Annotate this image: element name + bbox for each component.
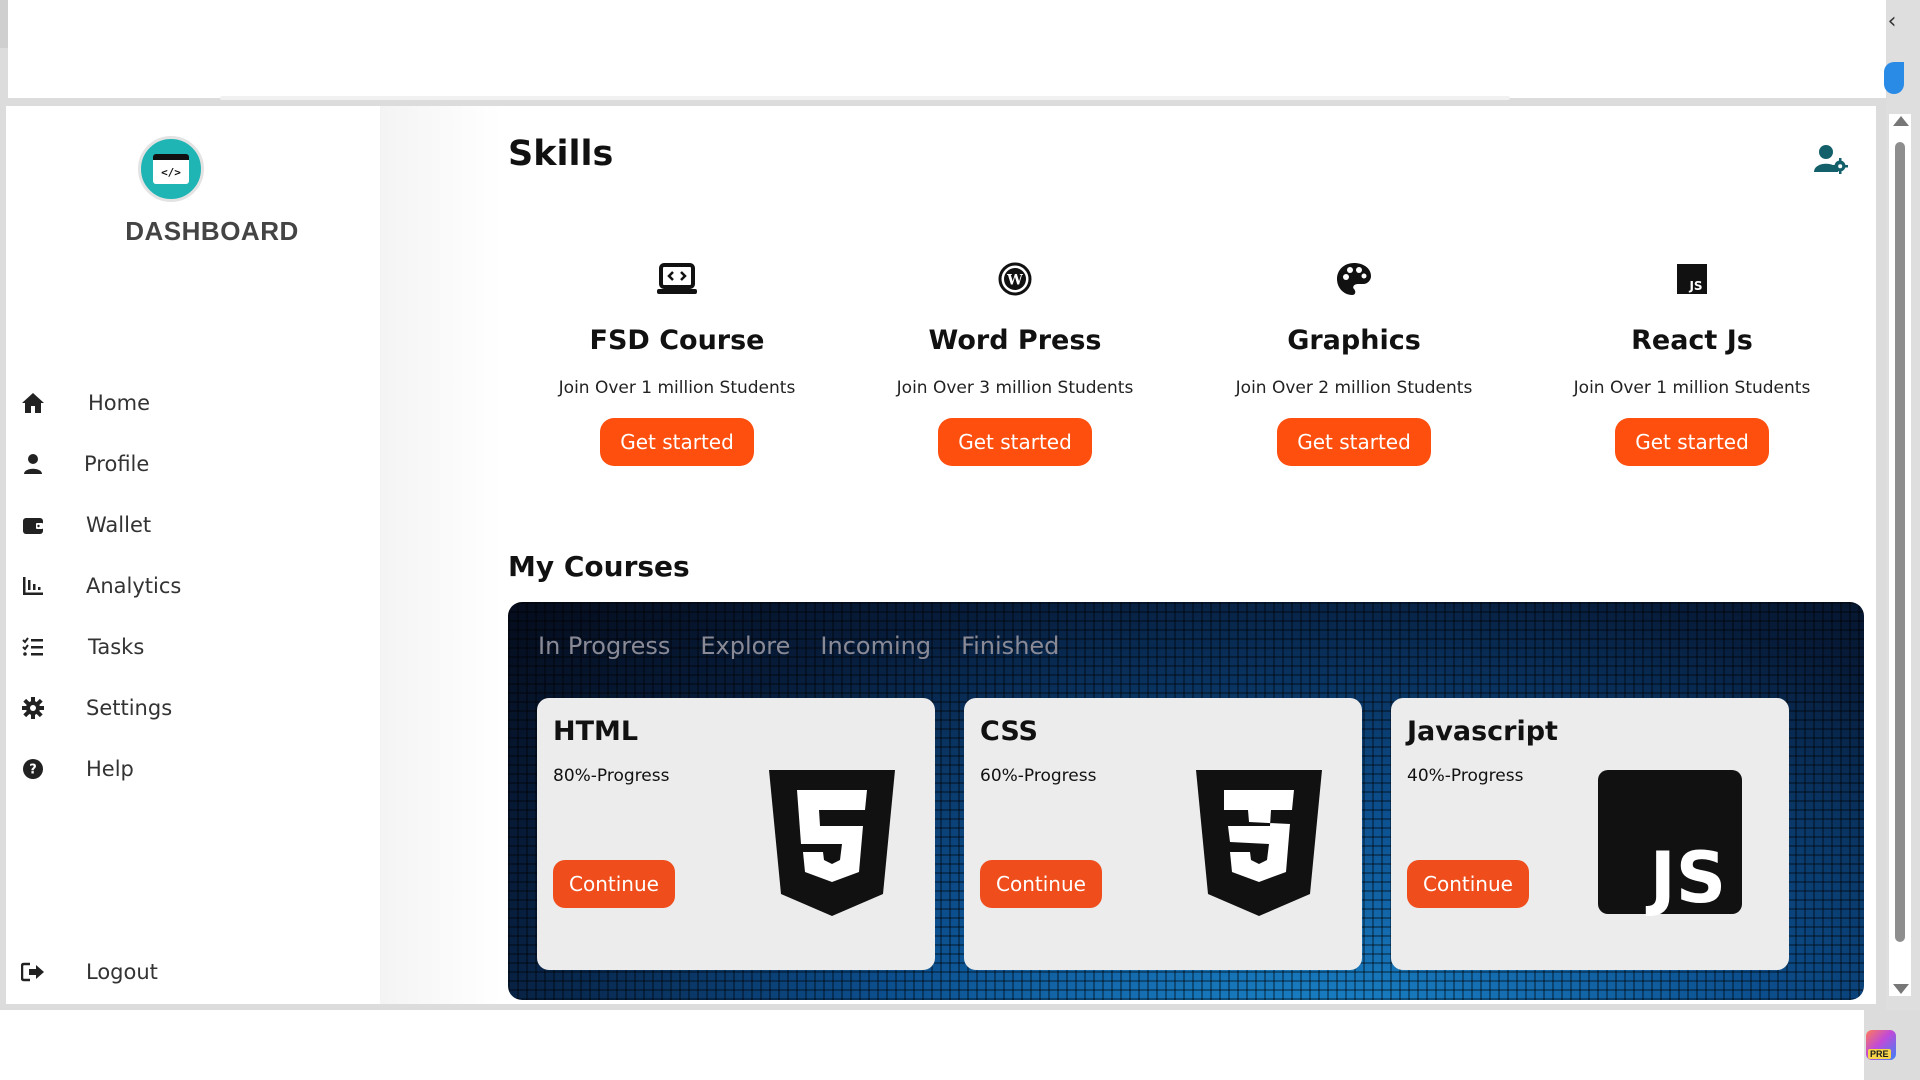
html5-icon <box>769 770 895 916</box>
sidebar-item-help[interactable]: ? Help <box>20 749 360 789</box>
help-icon: ? <box>20 756 46 782</box>
home-icon <box>20 390 46 416</box>
css3-icon <box>1196 770 1322 916</box>
get-started-button[interactable]: Get started <box>1277 418 1431 466</box>
skill-title: Word Press <box>928 325 1102 356</box>
get-started-button[interactable]: Get started <box>1615 418 1769 466</box>
sidebar-item-label: Settings <box>86 696 173 720</box>
svg-text:?: ? <box>29 763 37 778</box>
skill-subtitle: Join Over 2 million Students <box>1235 378 1473 398</box>
sidebar-item-label: Help <box>86 757 134 781</box>
scroll-down-icon[interactable] <box>1893 984 1909 994</box>
course-progress: 60%-Progress <box>980 766 1097 786</box>
skill-subtitle: Join Over 1 million Students <box>558 378 796 398</box>
user-gear-icon[interactable] <box>1814 144 1850 174</box>
sidebar-item-logout[interactable]: Logout <box>20 952 360 992</box>
page-scrollbar[interactable] <box>1889 114 1911 996</box>
continue-button[interactable]: Continue <box>980 860 1102 908</box>
sidebar-item-tasks[interactable]: Tasks <box>20 627 360 667</box>
palette-icon <box>1204 261 1504 297</box>
course-progress: 80%-Progress <box>553 766 670 786</box>
user-icon <box>20 451 46 477</box>
tasks-icon <box>20 634 46 660</box>
javascript-icon: JS <box>1598 770 1742 916</box>
sidebar-item-wallet[interactable]: Wallet <box>20 505 360 545</box>
sidebar-item-settings[interactable]: Settings <box>20 688 360 728</box>
sidebar-item-analytics[interactable]: Analytics <box>20 566 360 606</box>
js-logo-text: JS <box>1646 837 1726 916</box>
collapse-chevron-icon[interactable]: ‹ <box>1880 8 1904 36</box>
skill-title: FSD Course <box>589 325 765 356</box>
preview-app-icon[interactable]: PRE <box>1866 1030 1896 1060</box>
sidebar-item-profile[interactable]: Profile <box>20 444 360 484</box>
course-tabs: In Progress Explore Incoming Finished <box>538 632 1059 660</box>
tab-in-progress[interactable]: In Progress <box>538 632 670 660</box>
page-title: Skills <box>508 134 614 174</box>
tab-explore[interactable]: Explore <box>700 632 790 660</box>
gear-icon <box>20 695 46 721</box>
sidebar-item-label: Wallet <box>86 513 152 537</box>
continue-button[interactable]: Continue <box>553 860 675 908</box>
skill-card-wordpress: W Word Press Join Over 3 million Student… <box>865 261 1165 466</box>
get-started-button[interactable]: Get started <box>938 418 1092 466</box>
course-title: CSS <box>980 716 1038 747</box>
skill-card-graphics: Graphics Join Over 2 million Students Ge… <box>1204 261 1504 466</box>
sidebar-item-label: Analytics <box>86 574 182 598</box>
sidebar-item-label: Profile <box>84 452 150 476</box>
brand-title: DASHBOARD <box>125 216 299 246</box>
svg-text:JS: JS <box>1688 279 1702 293</box>
courses-panel: In Progress Explore Incoming Finished HT… <box>508 602 1864 1000</box>
tab-finished[interactable]: Finished <box>961 632 1059 660</box>
top-divider <box>220 96 1510 100</box>
course-card-html: HTML 80%-Progress Continue <box>537 698 935 970</box>
course-title: Javascript <box>1407 716 1558 747</box>
course-progress: 40%-Progress <box>1407 766 1524 786</box>
js-icon: JS <box>1542 261 1842 297</box>
window-edge <box>0 0 8 48</box>
browser-top-area <box>8 0 1886 98</box>
chart-icon <box>20 573 46 599</box>
scroll-up-icon[interactable] <box>1893 116 1909 126</box>
wordpress-icon: W <box>865 261 1165 297</box>
course-card-javascript: Javascript 40%-Progress Continue JS <box>1391 698 1789 970</box>
taskbar <box>0 1010 1864 1080</box>
logout-icon <box>20 959 46 985</box>
sidebar-item-label: Home <box>88 391 151 415</box>
course-card-css: CSS 60%-Progress Continue <box>964 698 1362 970</box>
skill-card-fsd: FSD Course Join Over 1 million Students … <box>527 261 827 466</box>
copilot-icon[interactable] <box>1884 62 1904 94</box>
skill-subtitle: Join Over 3 million Students <box>896 378 1134 398</box>
get-started-button[interactable]: Get started <box>600 418 754 466</box>
dashboard-app: </> DASHBOARD Home Profile Wallet Analyt… <box>6 106 1876 1004</box>
dashboard-logo[interactable]: </> <box>138 136 204 202</box>
scroll-thumb[interactable] <box>1895 142 1905 942</box>
sidebar-item-home[interactable]: Home <box>20 383 360 423</box>
sidebar-shadow <box>381 106 501 1004</box>
sidebar-item-label: Tasks <box>88 635 145 659</box>
wallet-icon <box>20 512 46 538</box>
my-courses-title: My Courses <box>508 550 690 583</box>
skill-title: React Js <box>1631 325 1753 356</box>
skill-subtitle: Join Over 1 million Students <box>1573 378 1811 398</box>
sidebar-item-label: Logout <box>86 960 158 984</box>
skill-card-react: JS React Js Join Over 1 million Students… <box>1542 261 1842 466</box>
tab-incoming[interactable]: Incoming <box>820 632 931 660</box>
svg-text:W: W <box>1006 273 1023 289</box>
course-title: HTML <box>553 716 639 747</box>
skill-title: Graphics <box>1287 325 1421 356</box>
code-laptop-icon <box>527 261 827 297</box>
continue-button[interactable]: Continue <box>1407 860 1529 908</box>
code-window-icon: </> <box>153 154 189 184</box>
sidebar: </> DASHBOARD Home Profile Wallet Analyt… <box>6 106 381 1004</box>
